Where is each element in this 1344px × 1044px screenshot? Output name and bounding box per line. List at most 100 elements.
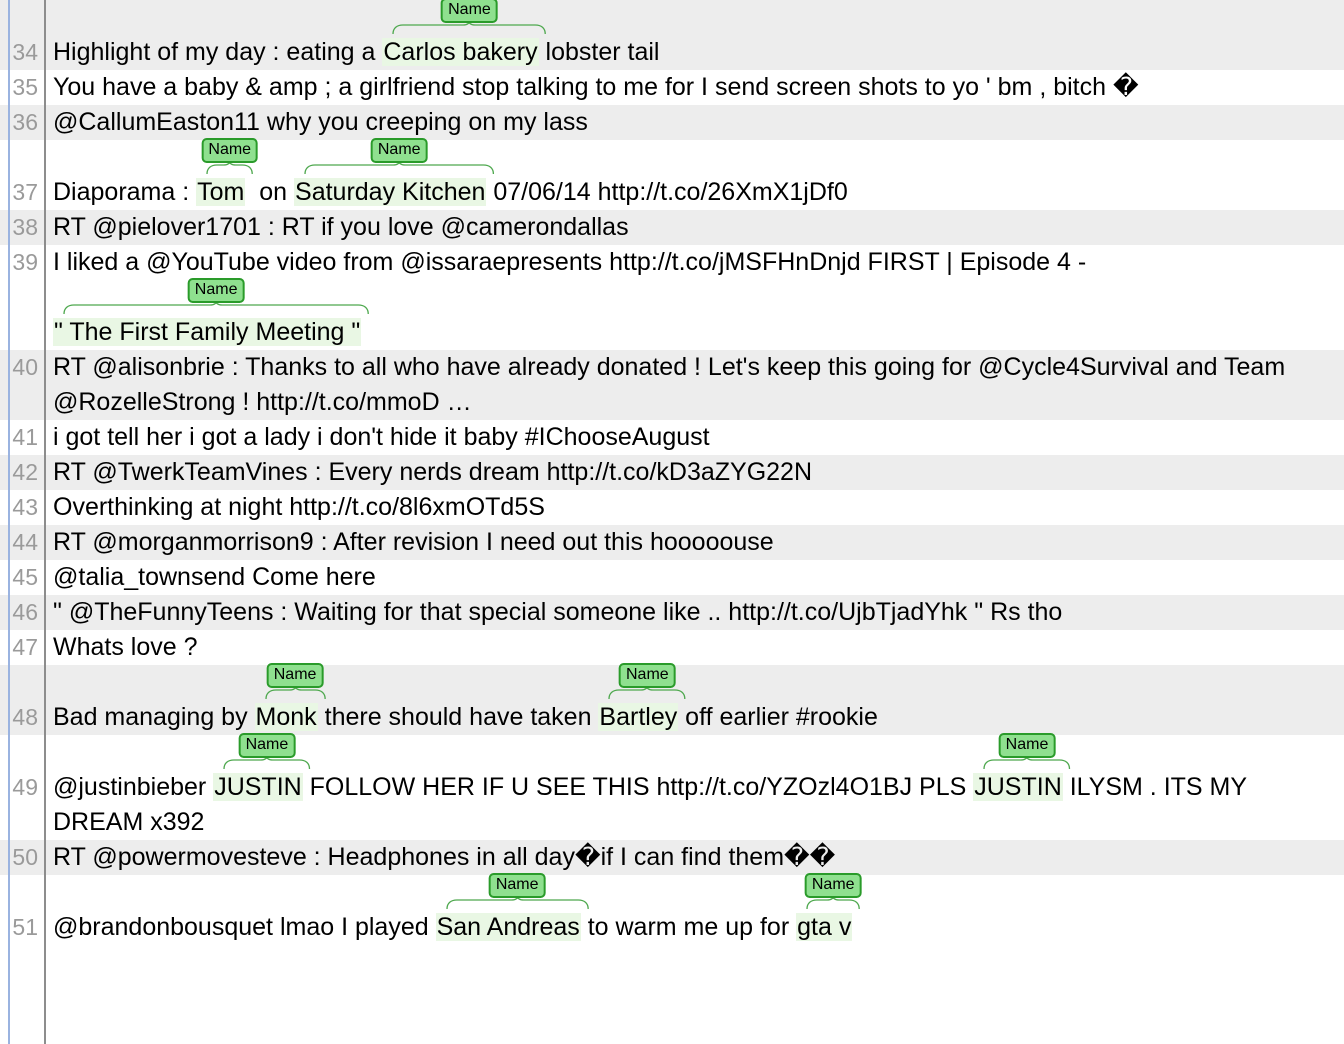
plain-text-span: Whats love ? <box>53 633 198 661</box>
text-line[interactable]: Highlight of my day : eating a Carlos ba… <box>53 35 1344 70</box>
table-row[interactable]: 47 Whats love ? <box>0 630 1344 665</box>
row-number: 50 <box>12 844 38 870</box>
table-row[interactable]: 36 @CallumEaston11 why you creeping on my… <box>0 105 1344 140</box>
entity-span[interactable]: gta v <box>796 913 853 941</box>
text-line[interactable]: @RozelleStrong ! http://t.co/mmoD … <box>53 385 1344 420</box>
entity-span[interactable]: Tom <box>196 178 246 206</box>
row-number-gutter: 49 <box>0 735 44 840</box>
row-text-content: Name Name @justinbieber JUSTIN FOLLOW HER … <box>44 733 1344 840</box>
row-text-content: I liked a @YouTube video from @issaraepr… <box>44 245 1344 350</box>
table-row[interactable]: 35 You have a baby & amp ; a girlfriend s… <box>0 70 1344 105</box>
table-row[interactable]: 40 RT @alisonbrie : Thanks to all who hav… <box>0 350 1344 420</box>
text-line[interactable]: RT @pielover1701 : RT if you love @camer… <box>53 210 1344 245</box>
row-text-content: You have a baby & amp ; a girlfriend sto… <box>44 70 1344 105</box>
row-number: 47 <box>12 634 38 660</box>
text-line[interactable]: @brandonbousquet lmao I played San Andre… <box>53 910 1344 945</box>
row-text-content: Overthinking at night http://t.co/8l6xmO… <box>44 490 1344 525</box>
entity-label-tag[interactable]: Name <box>441 0 498 23</box>
plain-text-span: to warm me up for <box>580 913 797 941</box>
entity-brace-icon <box>391 22 547 35</box>
row-number-gutter: 51 <box>0 875 44 945</box>
plain-text-span: @talia_townsend Come here <box>53 563 376 591</box>
row-number: 40 <box>12 354 38 380</box>
entity-label-tag[interactable]: Name <box>370 138 428 163</box>
entity-span[interactable]: Monk <box>254 703 318 731</box>
text-line[interactable]: RT @TwerkTeamVines : Every nerds dream h… <box>53 455 1344 490</box>
text-line[interactable]: @talia_townsend Come here <box>53 560 1344 595</box>
row-number: 44 <box>12 529 38 555</box>
entity-brace-icon <box>62 302 370 315</box>
row-number: 45 <box>12 564 38 590</box>
row-number: 43 <box>12 494 38 520</box>
text-line[interactable]: You have a baby & amp ; a girlfriend sto… <box>53 70 1344 105</box>
entity-span[interactable]: San Andreas <box>435 913 581 941</box>
table-row[interactable]: 44 RT @morganmorrison9 : After revision I… <box>0 525 1344 560</box>
entity-brace-icon <box>303 162 495 175</box>
plain-text-span: You have a baby & amp ; a girlfriend sto… <box>53 73 1139 101</box>
entity-span[interactable]: Bartley <box>598 703 679 731</box>
table-row[interactable]: 51 Name Name @brandonbousquet lmao I played… <box>0 873 1344 945</box>
table-row[interactable]: 42 RT @TwerkTeamVines : Every nerds dream… <box>0 455 1344 490</box>
text-line[interactable]: RT @alisonbrie : Thanks to all who have … <box>53 350 1344 385</box>
row-text-content: @CallumEaston11 why you creeping on my l… <box>44 105 1344 140</box>
entity-span[interactable]: " The First Family Meeting " <box>53 318 362 346</box>
table-row[interactable]: 37 Name Name Diaporama : Tom on Saturday Ki… <box>0 138 1344 210</box>
entity-span[interactable]: Carlos bakery <box>382 38 539 66</box>
text-line[interactable]: " The First Family Meeting " <box>53 315 1344 350</box>
entity-span[interactable]: JUSTIN <box>973 773 1063 801</box>
plain-text-span: @brandonbousquet lmao I played <box>53 913 436 941</box>
text-line[interactable]: @CallumEaston11 why you creeping on my l… <box>53 105 1344 140</box>
entity-label-tag[interactable]: Name <box>266 663 324 688</box>
text-line[interactable]: @justinbieber JUSTIN FOLLOW HER IF U SEE… <box>53 770 1344 805</box>
entity-label-tag[interactable]: Name <box>998 733 1056 758</box>
row-text-content: RT @TwerkTeamVines : Every nerds dream h… <box>44 455 1344 490</box>
text-line[interactable]: Whats love ? <box>53 630 1344 665</box>
row-text-content: Whats love ? <box>44 630 1344 665</box>
entity-label-tag[interactable]: Name <box>804 873 862 898</box>
plain-text-span: on <box>245 178 295 206</box>
row-number-gutter: 39 <box>0 245 44 350</box>
row-number: 42 <box>12 459 38 485</box>
entity-span[interactable]: Saturday Kitchen <box>294 178 487 206</box>
entity-label-tag[interactable]: Name <box>238 733 296 758</box>
entity-label-tag[interactable]: Name <box>187 278 245 303</box>
row-number-gutter: 50 <box>0 840 44 875</box>
row-text-content: RT @powermovesteve : Headphones in all d… <box>44 840 1344 875</box>
annotation-page: 34 Name Highlight of my day : eating a Car… <box>0 0 1344 1044</box>
entity-label-tag[interactable]: Name <box>488 873 546 898</box>
plain-text-span: Highlight of my day : eating a <box>53 38 383 66</box>
entity-label-tag[interactable]: Name <box>618 663 676 688</box>
left-guide-rail <box>8 0 10 1044</box>
table-row[interactable]: 39 I liked a @YouTube video from @issarae… <box>0 245 1344 350</box>
table-row[interactable]: 34 Name Highlight of my day : eating a Car… <box>0 0 1344 70</box>
row-number-gutter: 48 <box>0 665 44 735</box>
text-line[interactable]: Diaporama : Tom on Saturday Kitchen 07/0… <box>53 175 1344 210</box>
plain-text-span: I liked a @YouTube video from @issaraepr… <box>53 248 1087 276</box>
entity-span[interactable]: JUSTIN <box>213 773 303 801</box>
plain-text-span: @RozelleStrong ! http://t.co/mmoD … <box>53 388 472 416</box>
text-line[interactable]: RT @powermovesteve : Headphones in all d… <box>53 840 1344 875</box>
text-line[interactable]: i got tell her i got a lady i don't hide… <box>53 420 1344 455</box>
table-row[interactable]: 46 " @TheFunnyTeens : Waiting for that sp… <box>0 595 1344 630</box>
text-line[interactable]: I liked a @YouTube video from @issaraepr… <box>53 245 1344 280</box>
plain-text-span: RT @TwerkTeamVines : Every nerds dream h… <box>53 458 813 486</box>
entity-label-tag[interactable]: Name <box>201 138 259 163</box>
table-row[interactable]: 50 RT @powermovesteve : Headphones in all… <box>0 840 1344 875</box>
row-number-gutter: 42 <box>0 455 44 490</box>
table-row[interactable]: 48 Name Name Bad managing by Monk there sho… <box>0 663 1344 735</box>
text-line[interactable]: " @TheFunnyTeens : Waiting for that spec… <box>53 595 1344 630</box>
row-text-content: @talia_townsend Come here <box>44 560 1344 595</box>
text-line[interactable]: Overthinking at night http://t.co/8l6xmO… <box>53 490 1344 525</box>
plain-text-span: Diaporama : <box>53 178 197 206</box>
table-row[interactable]: 49 Name Name @justinbieber JUSTIN FOLLOW HE… <box>0 733 1344 840</box>
table-row[interactable]: 41 i got tell her i got a lady i don't hi… <box>0 420 1344 455</box>
table-row[interactable]: 43 Overthinking at night http://t.co/8l6x… <box>0 490 1344 525</box>
text-line[interactable]: RT @morganmorrison9 : After revision I n… <box>53 525 1344 560</box>
row-number: 39 <box>12 249 38 275</box>
table-row[interactable]: 38 RT @pielover1701 : RT if you love @cam… <box>0 210 1344 245</box>
plain-text-span: @CallumEaston11 why you creeping on my l… <box>53 108 588 136</box>
text-line[interactable]: Bad managing by Monk there should have t… <box>53 700 1344 735</box>
table-row[interactable]: 45 @talia_townsend Come here <box>0 560 1344 595</box>
row-number: 48 <box>12 704 38 730</box>
text-line[interactable]: DREAM x392 <box>53 805 1344 840</box>
